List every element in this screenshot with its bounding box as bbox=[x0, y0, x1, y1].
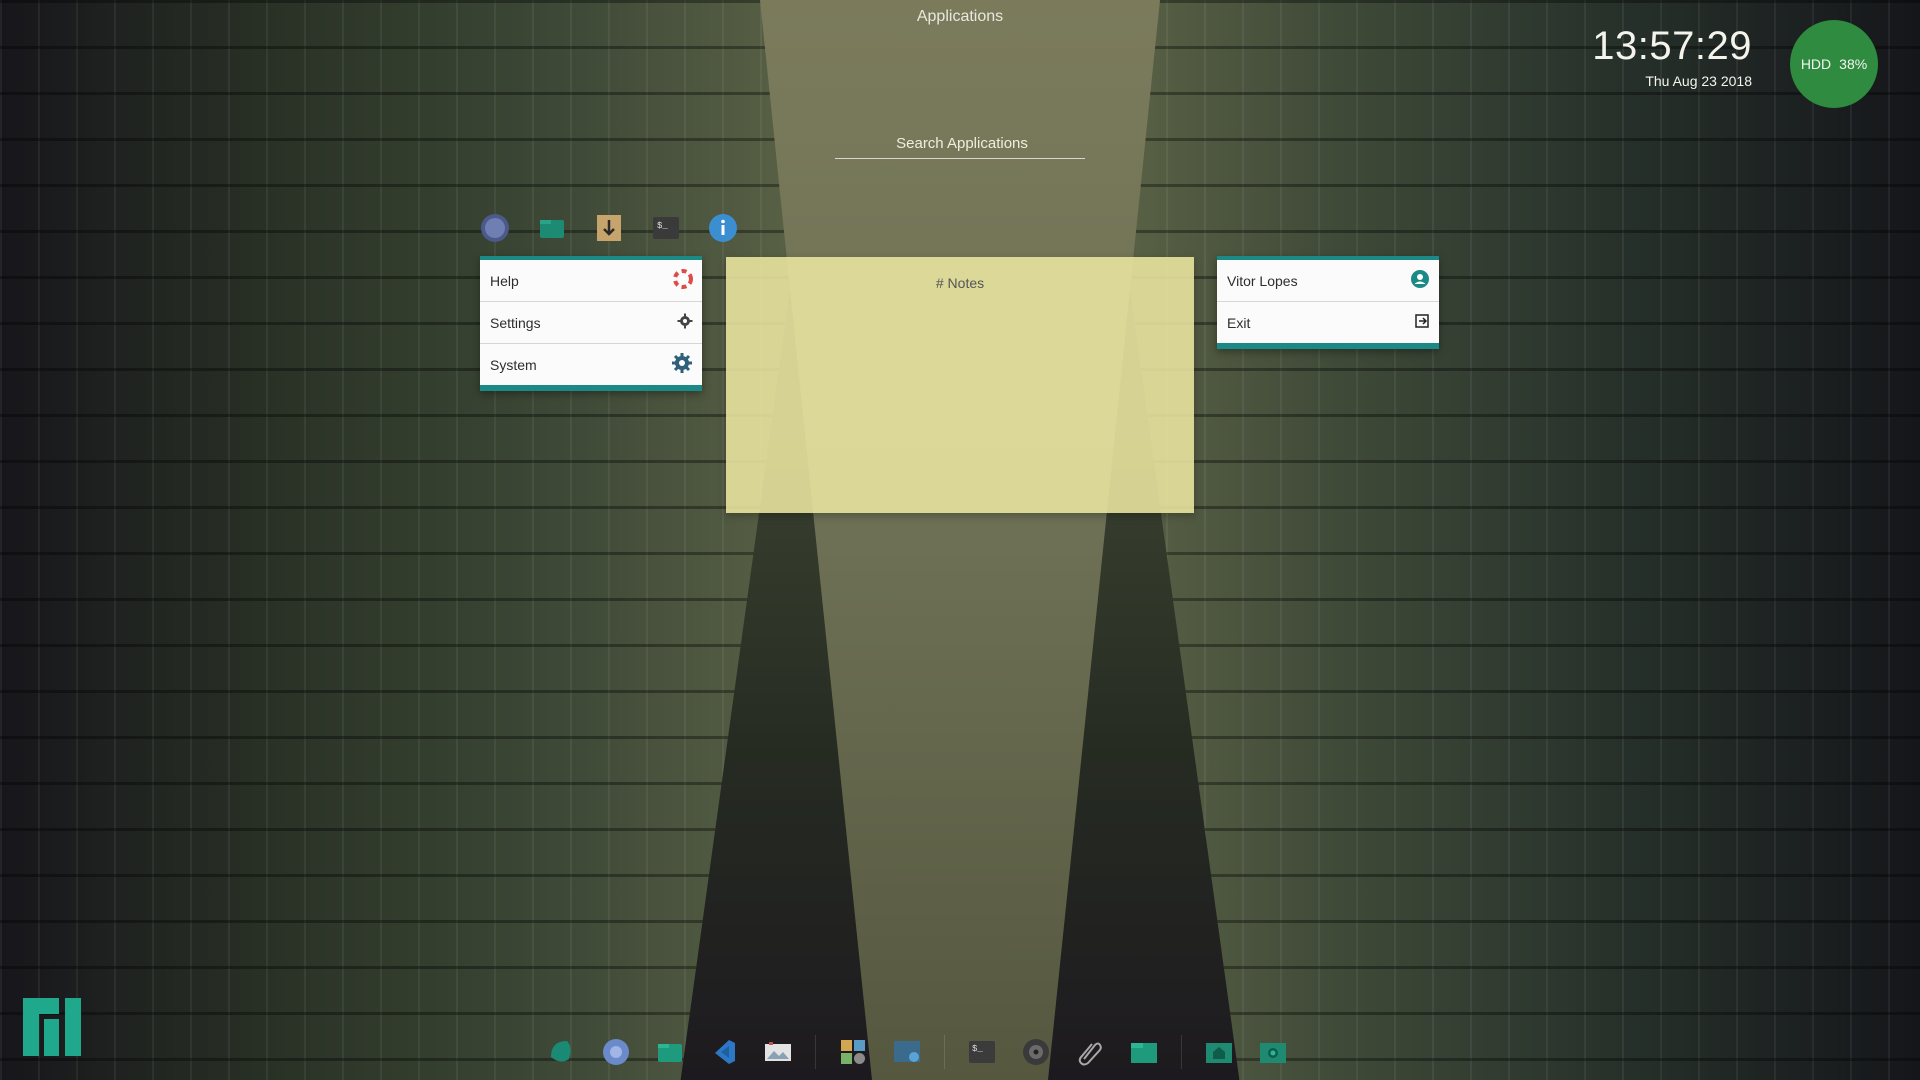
menu-item-label: Settings bbox=[490, 314, 541, 331]
svg-text:$_: $_ bbox=[972, 1044, 983, 1054]
background-sky bbox=[760, 0, 1160, 1080]
menu-item-system[interactable]: System bbox=[480, 344, 702, 385]
files-icon[interactable] bbox=[653, 1035, 687, 1069]
background-right-building bbox=[1090, 0, 1920, 1080]
notes-title: # Notes bbox=[935, 275, 985, 291]
favorites-bar: $_ bbox=[479, 212, 739, 244]
dock-separator bbox=[1181, 1035, 1182, 1069]
notes-widget[interactable]: # Notes bbox=[726, 257, 1194, 513]
browser-icon[interactable] bbox=[599, 1035, 633, 1069]
search-input[interactable] bbox=[835, 128, 1089, 158]
compass-icon[interactable] bbox=[479, 212, 511, 244]
menu-item-settings[interactable]: Settings bbox=[480, 302, 702, 344]
gear-icon bbox=[677, 313, 693, 332]
image-viewer-icon[interactable] bbox=[761, 1035, 795, 1069]
menu-item-user[interactable]: Vitor Lopes bbox=[1217, 260, 1439, 302]
folder-icon[interactable] bbox=[1127, 1035, 1161, 1069]
dock-separator bbox=[815, 1035, 816, 1069]
code-editor-icon[interactable] bbox=[707, 1035, 741, 1069]
terminal-icon[interactable]: $_ bbox=[650, 212, 682, 244]
dock: $_ bbox=[545, 1030, 1290, 1074]
lifebuoy-icon bbox=[673, 269, 693, 292]
menu-item-help[interactable]: Help bbox=[480, 260, 702, 302]
hdd-label: HDD bbox=[1800, 56, 1832, 72]
screenshot-icon[interactable] bbox=[890, 1035, 924, 1069]
downloader-icon[interactable] bbox=[593, 212, 625, 244]
menu-item-label: System bbox=[490, 356, 537, 373]
terminal-icon[interactable]: $_ bbox=[965, 1035, 999, 1069]
dock-separator bbox=[944, 1035, 945, 1069]
system-menu: Help Settings System bbox=[480, 256, 702, 391]
menu-item-label: Exit bbox=[1227, 314, 1251, 331]
menu-item-label: Vitor Lopes bbox=[1227, 272, 1298, 289]
hdd-usage-widget: HDD 38% bbox=[1790, 20, 1878, 108]
clock-date: Thu Aug 23 2018 bbox=[1645, 73, 1752, 89]
files-folder-icon[interactable] bbox=[536, 212, 568, 244]
clock-widget: 13:57:29 Thu Aug 23 2018 bbox=[1592, 24, 1752, 89]
paperclip-icon[interactable] bbox=[1073, 1035, 1107, 1069]
background-left-building bbox=[0, 0, 830, 1080]
teal-app-icon[interactable] bbox=[545, 1035, 579, 1069]
manjaro-logo-icon[interactable] bbox=[23, 998, 81, 1056]
audio-icon[interactable] bbox=[1019, 1035, 1053, 1069]
clock-time: 13:57:29 bbox=[1592, 24, 1752, 68]
cog-icon bbox=[671, 352, 693, 377]
menu-item-label: Help bbox=[490, 272, 519, 289]
user-menu: Vitor Lopes Exit bbox=[1217, 256, 1439, 349]
settings-manager-icon[interactable] bbox=[836, 1035, 870, 1069]
logout-icon bbox=[1414, 313, 1430, 332]
hdd-value: 38% bbox=[1839, 56, 1868, 72]
info-icon[interactable] bbox=[707, 212, 739, 244]
home-folder-icon[interactable] bbox=[1202, 1035, 1236, 1069]
svg-text:$_: $_ bbox=[657, 221, 668, 231]
search-box[interactable] bbox=[835, 128, 1089, 159]
user-icon bbox=[1410, 269, 1430, 292]
menu-item-exit[interactable]: Exit bbox=[1217, 302, 1439, 343]
camera-icon[interactable] bbox=[1256, 1035, 1290, 1069]
